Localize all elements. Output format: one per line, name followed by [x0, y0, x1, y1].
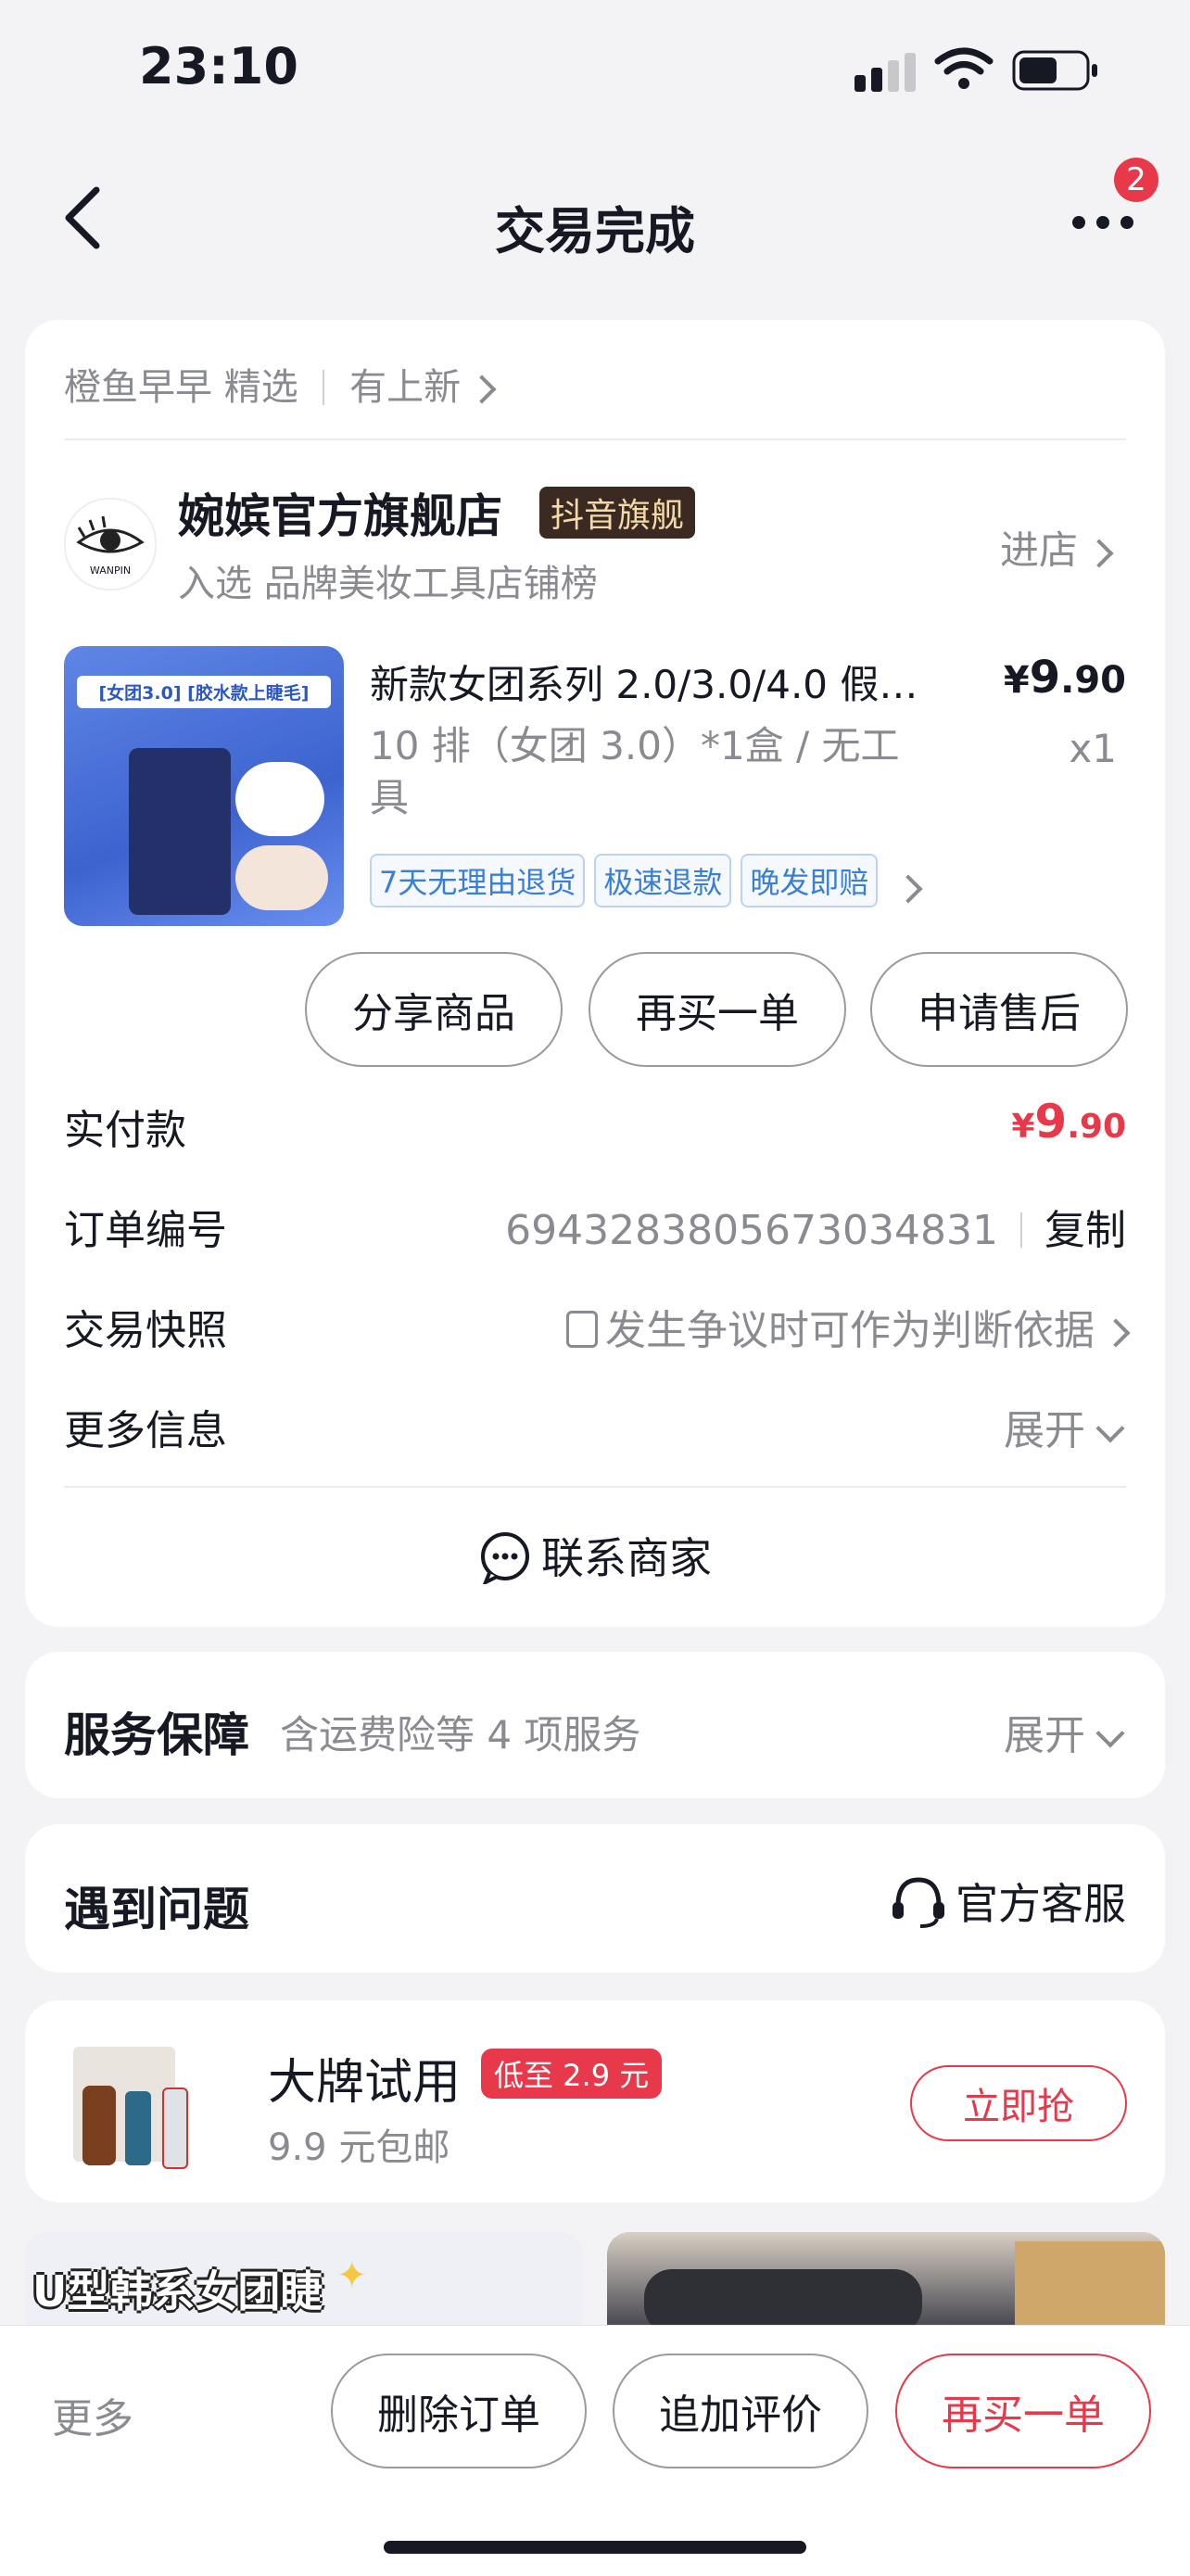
payment-symbol: ¥	[1011, 1108, 1035, 1146]
promo-subtitle: 9.9 元包邮	[268, 2126, 450, 2169]
order-card: 橙鱼早早 精选 有上新 WANPIN 婉嫔官方旗舰店 抖音旗舰 入选 品牌美妆工…	[25, 320, 1165, 1627]
headset-icon	[892, 1877, 944, 1928]
more-menu-button[interactable]	[1066, 195, 1140, 250]
product-spec: 10 排（女团 3.0）*1盒 / 无工具	[370, 723, 900, 820]
more-dots-icon	[1072, 216, 1133, 229]
enter-shop-label: 进店	[1000, 527, 1079, 573]
more-button[interactable]: 更多	[52, 2385, 133, 2444]
issue-card: 遇到问题 官方客服	[25, 1824, 1165, 1973]
promo-title: 大牌试用	[268, 2055, 462, 2111]
official-support-label: 官方客服	[956, 1879, 1126, 1929]
chevron-right-icon	[1101, 1318, 1131, 1348]
chevron-right-icon	[893, 873, 923, 904]
payment-integer: 9	[1034, 1095, 1068, 1148]
promo-card[interactable]: 大牌试用 低至 2.9 元 9.9 元包邮 立即抢	[25, 2000, 1165, 2202]
feed-caption: U型韩系女团睫	[32, 2266, 323, 2316]
thumbnail-lash-panel	[129, 748, 231, 915]
service-expand[interactable]: 展开	[1004, 1702, 1125, 1761]
thumbnail-caption: [女团3.0] [胶水款上睫毛]	[77, 676, 331, 708]
issue-title: 遇到问题	[64, 1883, 249, 1936]
buy-again-bottom-button[interactable]: 再买一单	[895, 2354, 1151, 2468]
shop-badge: 抖音旗舰	[539, 487, 696, 539]
feed-item-lashes[interactable]: U型韩系女团睫 ✦	[25, 2232, 583, 2325]
bottom-action-bar: 更多 删除订单 追加评价 再买一单	[0, 2325, 1190, 2576]
snapshot-link[interactable]: 发生争议时可作为判断依据	[566, 1297, 1131, 1356]
chat-bubble-icon	[481, 1532, 529, 1587]
copy-button[interactable]: 复制	[1044, 1207, 1126, 1254]
shop-ranking[interactable]: 入选 品牌美妆工具店铺榜	[178, 553, 598, 607]
order-number-label: 订单编号	[64, 1207, 227, 1254]
shop-logo[interactable]: WANPIN	[64, 498, 157, 590]
price-symbol: ¥	[1003, 659, 1030, 702]
shop-name[interactable]: 婉嫔官方旗舰店	[178, 479, 502, 546]
chevron-down-icon	[1095, 1719, 1125, 1748]
recommend-new-link: 有上新	[349, 366, 462, 409]
status-time: 23:10	[139, 37, 298, 95]
wifi-icon	[934, 47, 994, 89]
product-title[interactable]: 新款女团系列 2.0/3.0/4.0 假…	[370, 654, 981, 710]
snapshot-value: 发生争议时可作为判断依据	[605, 1307, 1095, 1354]
service-desc: 含运费险等 4 项服务	[280, 1712, 641, 1758]
product-thumbnail[interactable]: [女团3.0] [胶水款上睫毛]	[64, 646, 344, 926]
contact-merchant-label: 联系商家	[541, 1533, 712, 1583]
divider	[64, 438, 1126, 440]
buy-again-button[interactable]: 再买一单	[589, 952, 846, 1067]
promo-badge: 低至 2.9 元	[481, 2049, 663, 2099]
shop-logo-text: WANPIN	[89, 565, 132, 577]
service-card[interactable]: 服务保障 含运费险等 4 项服务 展开	[25, 1652, 1165, 1798]
divider	[64, 1486, 1126, 1488]
chevron-right-icon	[1084, 538, 1114, 568]
page-title: 交易完成	[495, 202, 695, 260]
more-info-value: 展开	[1004, 1407, 1085, 1454]
tag-refund: 极速退款	[594, 854, 732, 907]
service-expand-label: 展开	[1004, 1712, 1085, 1759]
grab-now-button[interactable]: 立即抢	[910, 2065, 1127, 2141]
product-price: ¥9.90	[1004, 652, 1126, 704]
payment-decimal: .90	[1067, 1108, 1126, 1146]
order-number-row: 6943283805673034831 复制	[505, 1197, 1126, 1256]
more-info-label: 更多信息	[64, 1407, 227, 1454]
tag-compensation: 晚发即赔	[741, 854, 879, 907]
more-info-expand[interactable]: 展开	[1004, 1397, 1125, 1456]
service-title: 服务保障	[64, 1708, 249, 1762]
product-quantity: x1	[1069, 726, 1117, 771]
order-number: 6943283805673034831	[505, 1207, 998, 1254]
chevron-right-icon	[467, 374, 497, 404]
document-icon	[566, 1311, 598, 1348]
add-review-button[interactable]: 追加评价	[613, 2354, 868, 2468]
promo-image	[73, 2039, 203, 2169]
status-bar: 23:10	[0, 0, 1190, 139]
payment-label: 实付款	[64, 1107, 186, 1154]
home-indicator	[384, 2541, 806, 2554]
official-support-button[interactable]: 官方客服	[889, 1871, 1126, 1932]
price-decimal: .90	[1060, 659, 1126, 702]
thumbnail-eye-circle	[235, 845, 328, 910]
recommend-shop: 橙鱼早早 精选	[64, 366, 298, 409]
enter-shop-button[interactable]: 进店	[1000, 519, 1114, 576]
thumbnail-lash-circle	[235, 762, 324, 836]
battery-icon	[1012, 50, 1097, 91]
payment-amount: ¥9.90	[1011, 1095, 1126, 1148]
product-tags[interactable]: 7天无理由退货 极速退款 晚发即赔	[370, 854, 923, 907]
share-product-button[interactable]: 分享商品	[305, 952, 563, 1067]
contact-merchant-button[interactable]: 联系商家	[25, 1525, 1165, 1587]
price-integer: 9	[1029, 652, 1061, 704]
chevron-down-icon	[1095, 1414, 1125, 1443]
snapshot-label: 交易快照	[64, 1307, 227, 1354]
signal-icon	[855, 53, 916, 92]
tag-return: 7天无理由退货	[370, 854, 586, 907]
sparkle-icon: ✦	[336, 2254, 368, 2297]
after-sale-button[interactable]: 申请售后	[870, 952, 1128, 1067]
notification-badge: 2	[1114, 158, 1158, 202]
delete-order-button[interactable]: 删除订单	[331, 2354, 587, 2468]
feed-item-sofa[interactable]	[607, 2232, 1165, 2325]
recommend-bar[interactable]: 橙鱼早早 精选 有上新	[64, 357, 497, 411]
